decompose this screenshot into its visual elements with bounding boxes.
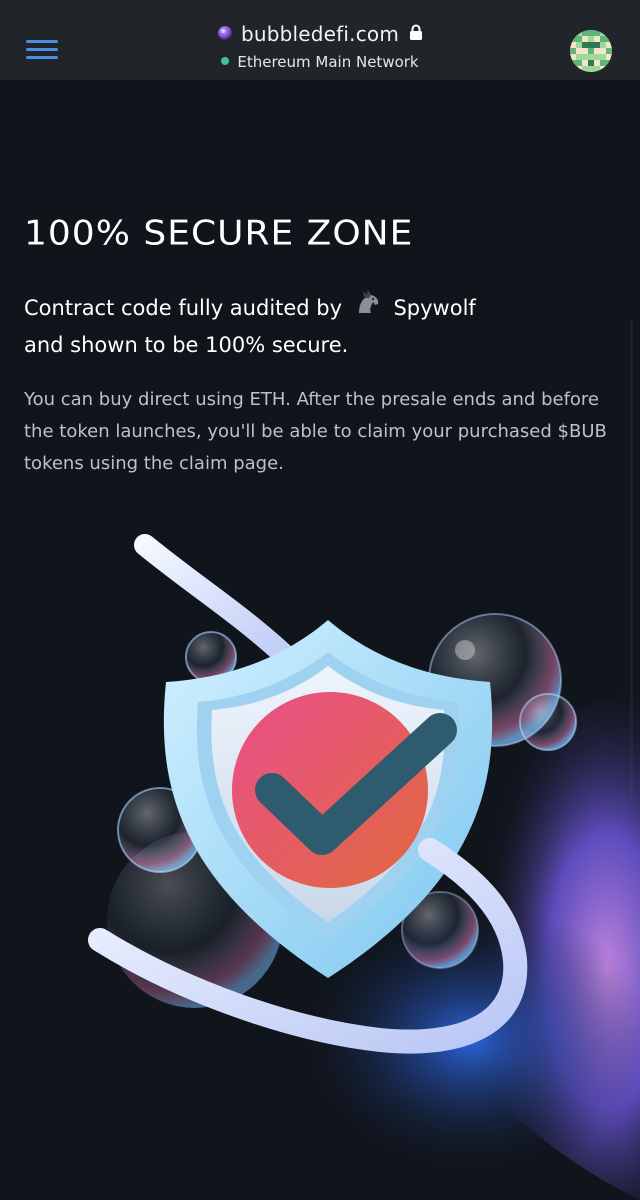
page: bubbledefi.com Ethereum Main Network 100…: [0, 0, 640, 1200]
site-url: bubbledefi.com: [240, 22, 400, 46]
top-bar: bubbledefi.com Ethereum Main Network: [0, 0, 640, 80]
audit-statement: Contract code fully audited by Spywolf a…: [24, 289, 584, 363]
hamburger-icon-bar: [26, 48, 58, 51]
site-favicon-icon: [217, 22, 233, 46]
account-avatar[interactable]: [570, 30, 612, 72]
auditor-name: Spywolf: [393, 296, 476, 320]
section-title: 100% SECURE ZONE: [24, 214, 414, 253]
purchase-info: You can buy direct using ETH. After the …: [24, 389, 607, 474]
audit-statement-line2: and shown to be 100% secure.: [24, 332, 349, 357]
network-status-dot: [221, 57, 230, 65]
audit-statement-prefix: Contract code fully audited by: [24, 296, 343, 320]
address-bar[interactable]: bubbledefi.com: [0, 22, 640, 46]
shield-illustration: [0, 520, 640, 1200]
network-name: Ethereum Main Network: [237, 53, 419, 71]
horse-icon: [353, 286, 383, 327]
lock-icon: [409, 22, 423, 46]
network-indicator: Ethereum Main Network: [0, 53, 640, 71]
